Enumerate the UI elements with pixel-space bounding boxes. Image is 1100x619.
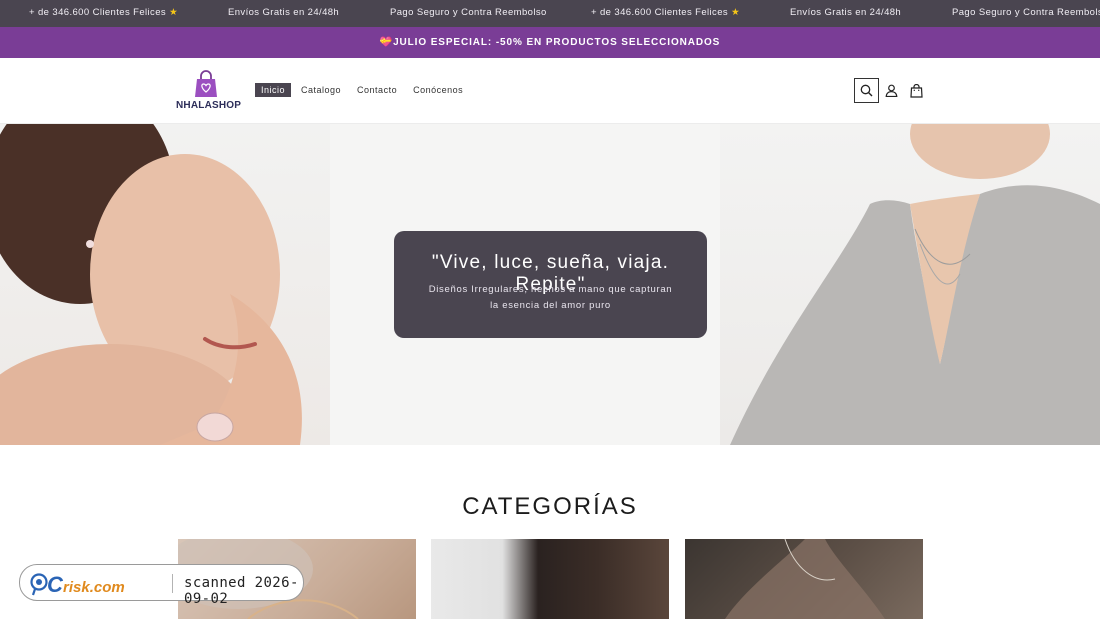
hero-model-image-left: [0, 124, 330, 445]
main-nav: Inicio Catalogo Contacto Conócenos: [255, 83, 471, 97]
site-header: NHALASHOP Inicio Catalogo Contacto Conóc…: [0, 58, 1100, 124]
logo-text: NHALASHOP: [176, 100, 242, 111]
cart-icon: [910, 83, 923, 98]
star-icon: ★: [169, 7, 178, 18]
nav-item-contacto[interactable]: Contacto: [351, 83, 403, 97]
category-card-earrings[interactable]: [431, 539, 669, 619]
pcrisk-logo: C risk.com: [30, 572, 125, 597]
nav-item-catalogo[interactable]: Catalogo: [295, 83, 347, 97]
account-button[interactable]: [879, 78, 904, 103]
hero-subtitle: Diseños Irregulares, hechos a mano que c…: [428, 284, 673, 311]
star-icon: ★: [731, 7, 740, 18]
cart-button[interactable]: [904, 78, 929, 103]
hero-model-image-right: [720, 124, 1100, 445]
marquee-item: Pago Seguro y Contra Reembolso: [952, 7, 1100, 18]
site-logo[interactable]: NHALASHOP: [174, 70, 242, 112]
promo-bar: 💝JULIO ESPECIAL: -50% EN PRODUCTOS SELEC…: [0, 27, 1100, 58]
marquee-item: Envíos Gratis en 24/48h: [790, 7, 902, 18]
category-card-necklaces[interactable]: [685, 539, 923, 619]
promo-text: 💝JULIO ESPECIAL: -50% EN PRODUCTOS SELEC…: [379, 37, 721, 48]
badge-separator: [172, 574, 173, 593]
search-icon: [860, 84, 873, 97]
svg-text:C: C: [47, 572, 64, 597]
announcement-marquee: + de 346.600 Clientes Felices ★ Envíos G…: [0, 0, 1100, 27]
search-button[interactable]: [854, 78, 879, 103]
marquee-item: Envíos Gratis en 24/48h: [228, 7, 340, 18]
nav-item-inicio[interactable]: Inicio: [255, 83, 292, 97]
marquee-item: + de 346.600 Clientes Felices ★: [29, 7, 178, 18]
shopping-bag-logo-icon: [195, 70, 217, 97]
hero-text-card: "Vive, luce, sueña, viaja. Repite" Diseñ…: [394, 231, 707, 338]
categories-heading: CATEGORÍAS: [462, 493, 638, 520]
hero-banner: "Vive, luce, sueña, viaja. Repite" Diseñ…: [0, 124, 1100, 445]
svg-text:risk.com: risk.com: [63, 579, 125, 596]
pcrisk-watermark-badge: C risk.com scanned 2026-09-02: [19, 564, 304, 607]
scan-date-text: scanned 2026-09-02: [184, 575, 299, 607]
nav-item-conocenos[interactable]: Conócenos: [407, 83, 469, 97]
marquee-item: + de 346.600 Clientes Felices ★: [591, 7, 740, 18]
marquee-item: Pago Seguro y Contra Reembolso: [390, 7, 547, 18]
account-icon: [885, 84, 898, 97]
